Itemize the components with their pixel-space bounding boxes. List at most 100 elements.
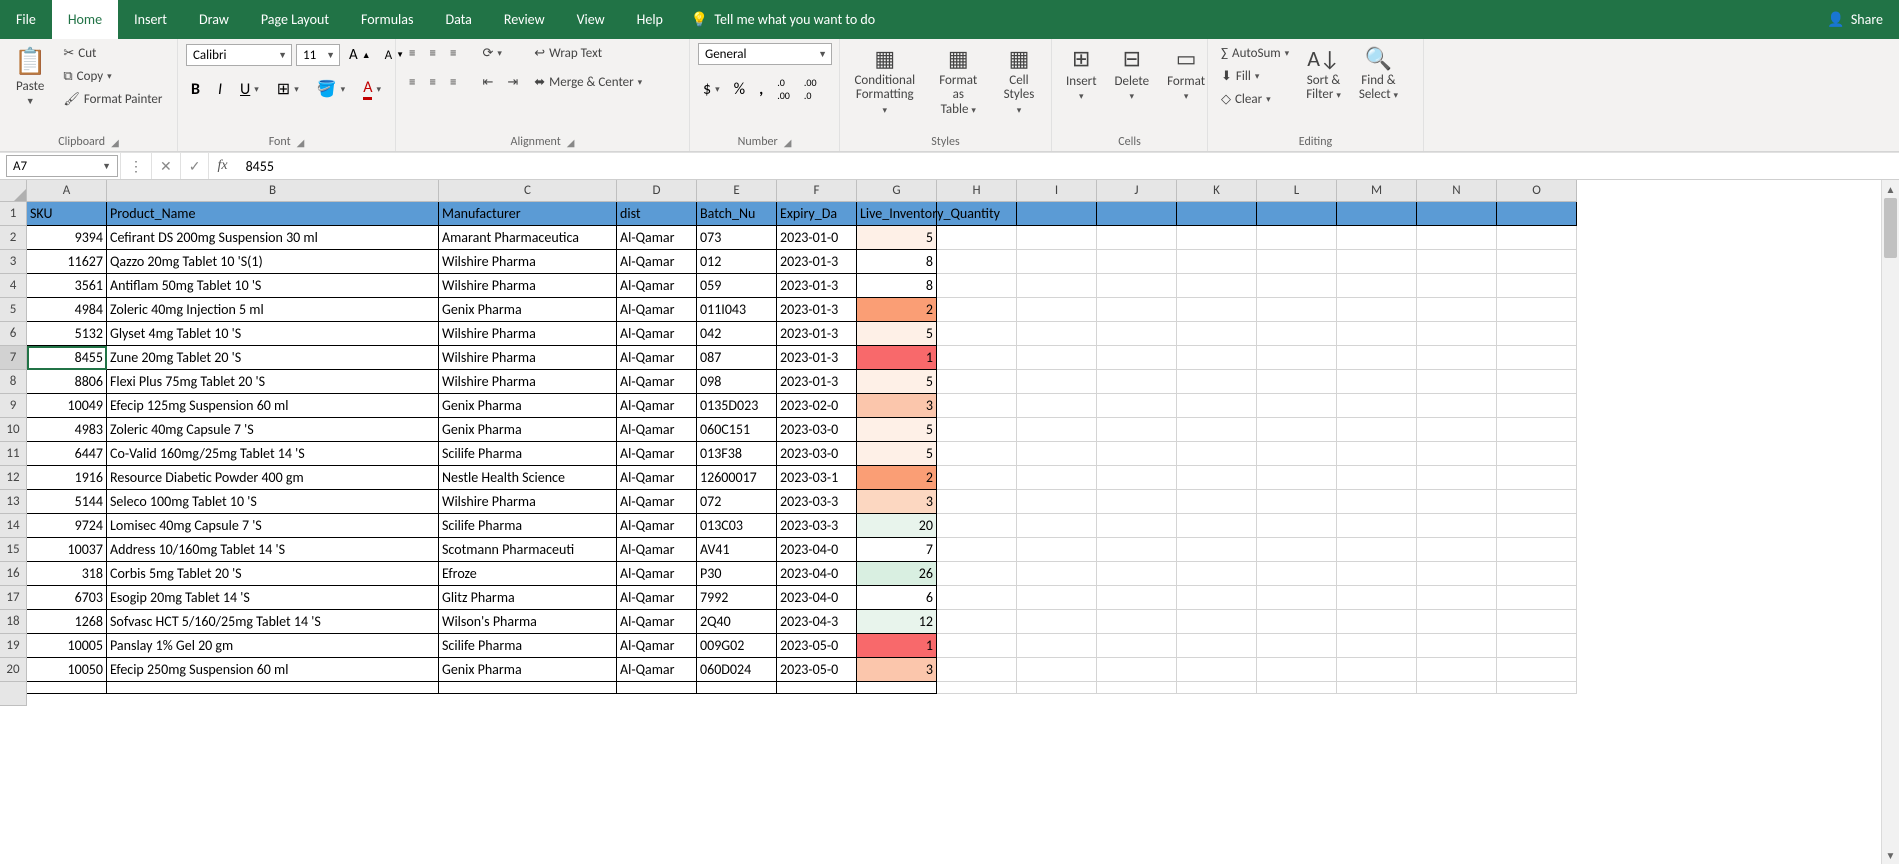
column-header-J[interactable]: J — [1097, 180, 1177, 202]
header-cell-empty[interactable] — [1257, 202, 1337, 226]
header-cell[interactable]: Product_Name — [107, 202, 439, 226]
empty-cell[interactable] — [1097, 346, 1177, 370]
empty-cell[interactable] — [1337, 562, 1417, 586]
data-cell[interactable]: 1 — [857, 346, 937, 370]
empty-cell[interactable] — [1177, 370, 1257, 394]
empty-cell[interactable] — [1417, 418, 1497, 442]
data-cell[interactable]: 10005 — [27, 634, 107, 658]
data-cell[interactable]: Wilshire Pharma — [439, 322, 617, 346]
partial-cell[interactable] — [1097, 682, 1177, 694]
empty-cell[interactable] — [1257, 274, 1337, 298]
scroll-down-button[interactable]: ▼ — [1882, 846, 1899, 864]
row-header-20[interactable]: 20 — [0, 658, 27, 682]
data-cell[interactable]: 060D024 — [697, 658, 777, 682]
data-cell[interactable]: 10037 — [27, 538, 107, 562]
tab-insert[interactable]: Insert — [118, 0, 183, 39]
data-cell[interactable]: Cefirant DS 200mg Suspension 30 ml — [107, 226, 439, 250]
data-cell[interactable]: 2023-01-0 — [777, 226, 857, 250]
data-cell[interactable]: Al-Qamar — [617, 250, 697, 274]
data-cell[interactable]: Amarant Pharmaceutica — [439, 226, 617, 250]
empty-cell[interactable] — [1177, 562, 1257, 586]
header-cell[interactable]: Live_Inventory_Quantity — [857, 202, 937, 226]
row-header-16[interactable]: 16 — [0, 562, 27, 586]
dialog-launcher-icon[interactable]: ◢ — [784, 136, 792, 149]
autosum-button[interactable]: ∑ AutoSum ▾ — [1216, 43, 1294, 64]
data-cell[interactable]: 12600017 — [697, 466, 777, 490]
empty-cell[interactable] — [1017, 586, 1097, 610]
data-cell[interactable]: Zoleric 40mg Injection 5 ml — [107, 298, 439, 322]
data-cell[interactable]: 3561 — [27, 274, 107, 298]
data-cell[interactable]: Wilshire Pharma — [439, 250, 617, 274]
column-header-F[interactable]: F — [777, 180, 857, 202]
insert-cells-button[interactable]: ⊞ Insert ▾ — [1060, 43, 1103, 104]
data-cell[interactable]: Qazzo 20mg Tablet 10 'S(1) — [107, 250, 439, 274]
data-cell[interactable]: 4983 — [27, 418, 107, 442]
underline-button[interactable]: U▾ — [235, 77, 264, 102]
data-cell[interactable]: 2023-03-3 — [777, 490, 857, 514]
empty-cell[interactable] — [1177, 298, 1257, 322]
fill-color-button[interactable]: 🪣▾ — [312, 76, 350, 102]
header-cell-empty[interactable] — [1337, 202, 1417, 226]
data-cell[interactable]: 042 — [697, 322, 777, 346]
data-cell[interactable]: 012 — [697, 250, 777, 274]
empty-cell[interactable] — [1097, 586, 1177, 610]
data-cell[interactable]: Address 10/160mg Tablet 14 'S — [107, 538, 439, 562]
data-cell[interactable]: 2 — [857, 298, 937, 322]
row-header-5[interactable]: 5 — [0, 298, 27, 322]
empty-cell[interactable] — [1497, 538, 1577, 562]
empty-cell[interactable] — [1097, 466, 1177, 490]
empty-cell[interactable] — [1257, 634, 1337, 658]
number-format-select[interactable]: General ▼ — [698, 43, 832, 65]
header-cell-empty[interactable] — [1177, 202, 1257, 226]
empty-cell[interactable] — [1417, 346, 1497, 370]
empty-cell[interactable] — [937, 274, 1017, 298]
data-cell[interactable]: 2Q40 — [697, 610, 777, 634]
empty-cell[interactable] — [1417, 442, 1497, 466]
bold-button[interactable]: B — [186, 77, 205, 102]
data-cell[interactable]: Genix Pharma — [439, 418, 617, 442]
data-cell[interactable]: 11627 — [27, 250, 107, 274]
tab-draw[interactable]: Draw — [183, 0, 245, 39]
data-cell[interactable]: 0135D023 — [697, 394, 777, 418]
data-cell[interactable]: Glitz Pharma — [439, 586, 617, 610]
name-box[interactable]: A7 ▼ — [6, 155, 118, 177]
data-cell[interactable]: 013F38 — [697, 442, 777, 466]
empty-cell[interactable] — [1017, 370, 1097, 394]
empty-cell[interactable] — [1497, 634, 1577, 658]
percent-format-button[interactable]: % — [729, 77, 750, 102]
empty-cell[interactable] — [937, 538, 1017, 562]
data-cell[interactable]: 12 — [857, 610, 937, 634]
empty-cell[interactable] — [1257, 250, 1337, 274]
empty-cell[interactable] — [1177, 394, 1257, 418]
empty-cell[interactable] — [1337, 274, 1417, 298]
data-cell[interactable]: 2023-04-3 — [777, 610, 857, 634]
empty-cell[interactable] — [937, 634, 1017, 658]
data-cell[interactable]: Al-Qamar — [617, 634, 697, 658]
data-cell[interactable]: P30 — [697, 562, 777, 586]
empty-cell[interactable] — [1417, 538, 1497, 562]
data-cell[interactable]: 5144 — [27, 490, 107, 514]
data-cell[interactable]: Al-Qamar — [617, 442, 697, 466]
data-cell[interactable]: Resource Diabetic Powder 400 gm — [107, 466, 439, 490]
data-cell[interactable]: 318 — [27, 562, 107, 586]
empty-cell[interactable] — [1017, 562, 1097, 586]
empty-cell[interactable] — [1257, 658, 1337, 682]
tell-me-search[interactable]: 💡 Tell me what you want to do — [679, 0, 887, 39]
data-cell[interactable]: Wilson's Pharma — [439, 610, 617, 634]
empty-cell[interactable] — [937, 442, 1017, 466]
data-cell[interactable]: 9394 — [27, 226, 107, 250]
partial-cell[interactable] — [1497, 682, 1577, 694]
data-cell[interactable]: 2023-01-3 — [777, 298, 857, 322]
data-cell[interactable]: Genix Pharma — [439, 394, 617, 418]
data-cell[interactable]: Al-Qamar — [617, 586, 697, 610]
empty-cell[interactable] — [1497, 370, 1577, 394]
row-header-2[interactable]: 2 — [0, 226, 27, 250]
data-cell[interactable]: Al-Qamar — [617, 226, 697, 250]
empty-cell[interactable] — [937, 610, 1017, 634]
data-cell[interactable]: 5 — [857, 370, 937, 394]
empty-cell[interactable] — [1017, 322, 1097, 346]
empty-cell[interactable] — [1097, 250, 1177, 274]
empty-cell[interactable] — [1417, 226, 1497, 250]
delete-cells-button[interactable]: ⊟ Delete ▾ — [1109, 43, 1156, 104]
row-header-18[interactable]: 18 — [0, 610, 27, 634]
